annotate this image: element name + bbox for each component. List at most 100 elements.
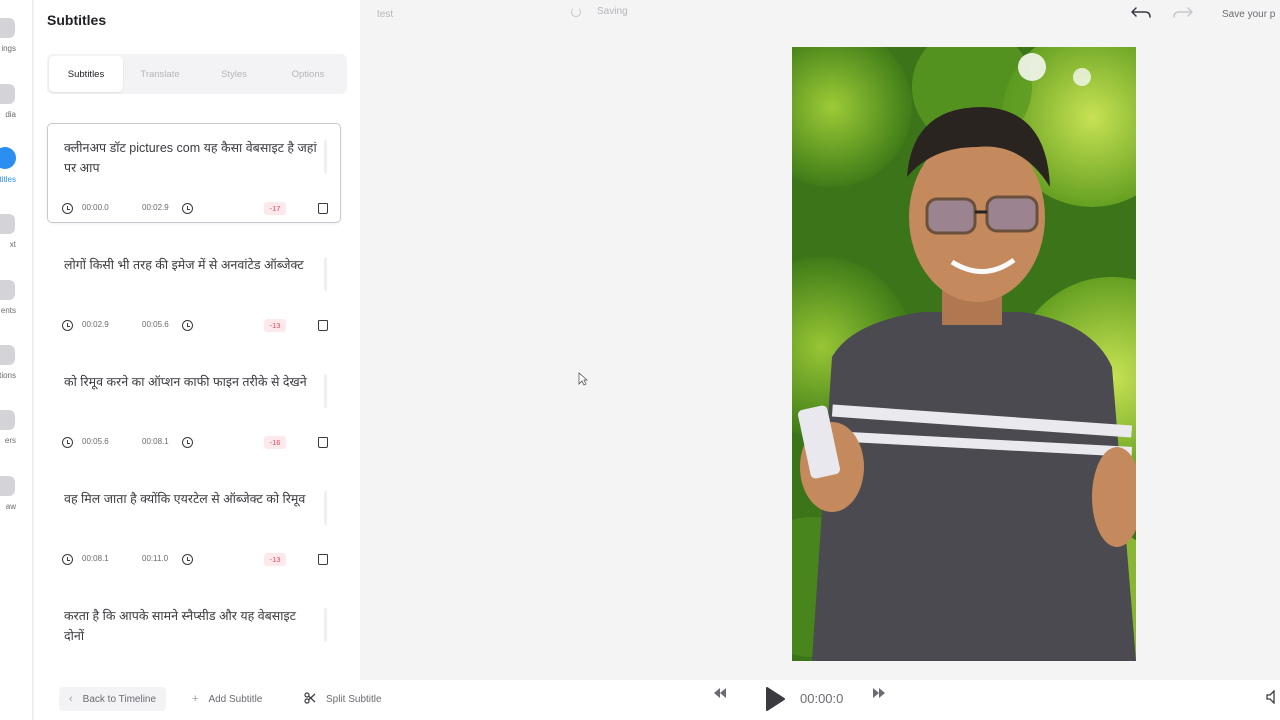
subtitle-card[interactable]: करता है कि आपके सामने स्नैप्सीड और यह वे… [47, 591, 341, 691]
play-icon[interactable] [764, 686, 786, 712]
rail-item-transitions[interactable]: itions [0, 345, 32, 403]
subtitle-text[interactable]: करता है कि आपके सामने स्नैप्सीड और यह वे… [64, 606, 319, 646]
end-clock-icon[interactable] [182, 203, 193, 214]
redo-icon[interactable] [1172, 4, 1194, 25]
media-icon [0, 84, 15, 104]
start-time[interactable]: 00:05.6 [82, 437, 109, 446]
panel-tabs: Subtitles Translate Styles Options [47, 54, 347, 94]
tab-options[interactable]: Options [271, 56, 345, 92]
top-bar: test Saving Save your p [360, 0, 1280, 30]
subtitle-card[interactable]: को रिमूव करने का ऑप्शन काफी फाइन तरीके स… [47, 357, 341, 457]
subtitle-scrollbar[interactable] [324, 140, 327, 174]
subtitle-timing-row: 00:02.9 00:05.6 -13 [62, 319, 332, 333]
split-subtitle-label: Split Subtitle [326, 693, 382, 705]
end-clock-icon[interactable] [182, 320, 193, 331]
back-to-timeline-button[interactable]: ‹ Back to Timeline [59, 687, 167, 711]
editor-app: ings dia btitles xt ents itions ers aw Subtitle… [0, 0, 1280, 720]
rail-item-text[interactable]: xt [0, 214, 32, 272]
start-clock-icon [62, 320, 73, 331]
subtitles-icon [0, 147, 16, 169]
start-clock-icon [62, 554, 73, 565]
undo-icon[interactable] [1130, 4, 1152, 25]
subtitle-scrollbar[interactable] [324, 257, 327, 291]
scissors-icon [304, 691, 316, 707]
save-project-button[interactable]: Save your p [1222, 9, 1275, 20]
save-status: Saving [571, 6, 628, 17]
subtitle-scrollbar[interactable] [324, 374, 327, 408]
video-preview[interactable] [792, 47, 1136, 661]
playback-timecode: 00:00:0 [800, 691, 844, 706]
subtitle-text[interactable]: क्लीनअप डॉट pictures com यह कैसा वेबसाइट… [64, 138, 319, 178]
tab-subtitles[interactable]: Subtitles [49, 56, 123, 92]
subtitle-timing-row: 00:00.0 00:02.9 -17 [62, 202, 332, 216]
rail-item-filters[interactable]: ers [0, 410, 32, 468]
rail-item-label: xt [9, 240, 16, 249]
rail-item-label: dia [5, 110, 16, 119]
trash-icon[interactable] [318, 203, 328, 214]
start-clock-icon [62, 437, 73, 448]
rail-item-settings[interactable]: ings [0, 18, 32, 76]
trash-icon[interactable] [318, 437, 328, 448]
rail-item-label: ers [4, 436, 16, 445]
rail-item-draw[interactable]: aw [0, 476, 32, 534]
subtitle-list: क्लीनअप डॉट pictures com यह कैसा वेबसाइट… [47, 123, 341, 708]
end-time[interactable]: 00:08.1 [142, 437, 169, 446]
subtitle-card[interactable]: लोगों किसी भी तरह की इमेज में से अनवांटे… [47, 240, 341, 340]
end-time[interactable]: 00:02.9 [142, 203, 169, 212]
elements-icon [0, 280, 15, 300]
char-count-badge: -17 [264, 202, 286, 215]
trash-icon[interactable] [318, 320, 328, 331]
end-time[interactable]: 00:11.0 [142, 554, 168, 563]
subtitle-text[interactable]: को रिमूव करने का ऑप्शन काफी फाइन तरीके स… [64, 372, 319, 392]
volume-icon[interactable] [1266, 689, 1280, 709]
filters-icon [0, 410, 15, 430]
rail-item-label: itions [0, 371, 16, 380]
start-clock-icon [62, 203, 73, 214]
char-count-badge: -13 [264, 319, 286, 332]
tab-styles[interactable]: Styles [197, 56, 271, 92]
start-time[interactable]: 00:00.0 [82, 203, 109, 212]
subtitle-timing-row: 00:08.1 00:11.0 -13 [62, 553, 332, 567]
text-icon [0, 214, 15, 234]
mouse-cursor-icon [578, 372, 589, 391]
start-time[interactable]: 00:02.9 [82, 320, 109, 329]
subtitle-text[interactable]: लोगों किसी भी तरह की इमेज में से अनवांटे… [64, 255, 319, 275]
subtitle-scrollbar[interactable] [324, 491, 327, 525]
back-to-timeline-label: Back to Timeline [82, 693, 157, 705]
add-subtitle-label: Add Subtitle [208, 693, 263, 705]
rail-item-label: ings [1, 44, 16, 53]
end-clock-icon[interactable] [182, 554, 193, 565]
fast-forward-icon[interactable] [873, 688, 885, 701]
transitions-icon [0, 345, 15, 365]
plus-icon: + [192, 693, 199, 705]
project-name[interactable]: test [377, 9, 393, 20]
rail-item-media[interactable]: dia [0, 84, 32, 142]
rail-item-label: aw [5, 502, 16, 511]
trash-icon[interactable] [318, 554, 328, 565]
rail-item-elements[interactable]: ents [0, 280, 32, 338]
subtitle-timing-row: 00:05.6 00:08.1 -16 [62, 436, 332, 450]
video-frame-image [792, 47, 1136, 661]
tab-translate[interactable]: Translate [123, 56, 197, 92]
save-status-text: Saving [597, 6, 628, 17]
panel-title: Subtitles [47, 12, 107, 28]
settings-icon [0, 18, 15, 38]
char-count-badge: -16 [264, 436, 286, 449]
subtitle-scrollbar[interactable] [324, 608, 327, 642]
left-rail: ings dia btitles xt ents itions ers aw [0, 0, 33, 720]
subtitle-card[interactable]: वह मिल जाता है क्योंकि एयरटेल से ऑब्जेक्… [47, 474, 341, 574]
split-subtitle-button[interactable]: Split Subtitle [304, 691, 382, 707]
rewind-icon[interactable] [714, 688, 726, 701]
subtitle-text[interactable]: वह मिल जाता है क्योंकि एयरटेल से ऑब्जेक्… [64, 489, 319, 509]
end-time[interactable]: 00:05.6 [142, 320, 169, 329]
rail-item-subtitles[interactable]: btitles [0, 147, 32, 207]
start-time[interactable]: 00:08.1 [82, 554, 109, 563]
subtitle-card[interactable]: क्लीनअप डॉट pictures com यह कैसा वेबसाइट… [47, 123, 341, 223]
char-count-badge: -13 [264, 553, 286, 566]
bottom-bar: ‹ Back to Timeline + Add Subtitle Split … [34, 680, 1280, 720]
subtitles-panel: Subtitles Subtitles Translate Styles Opt… [34, 0, 360, 720]
draw-icon [0, 476, 15, 496]
add-subtitle-button[interactable]: + Add Subtitle [192, 691, 262, 707]
spinner-icon [571, 6, 581, 17]
end-clock-icon[interactable] [182, 437, 193, 448]
